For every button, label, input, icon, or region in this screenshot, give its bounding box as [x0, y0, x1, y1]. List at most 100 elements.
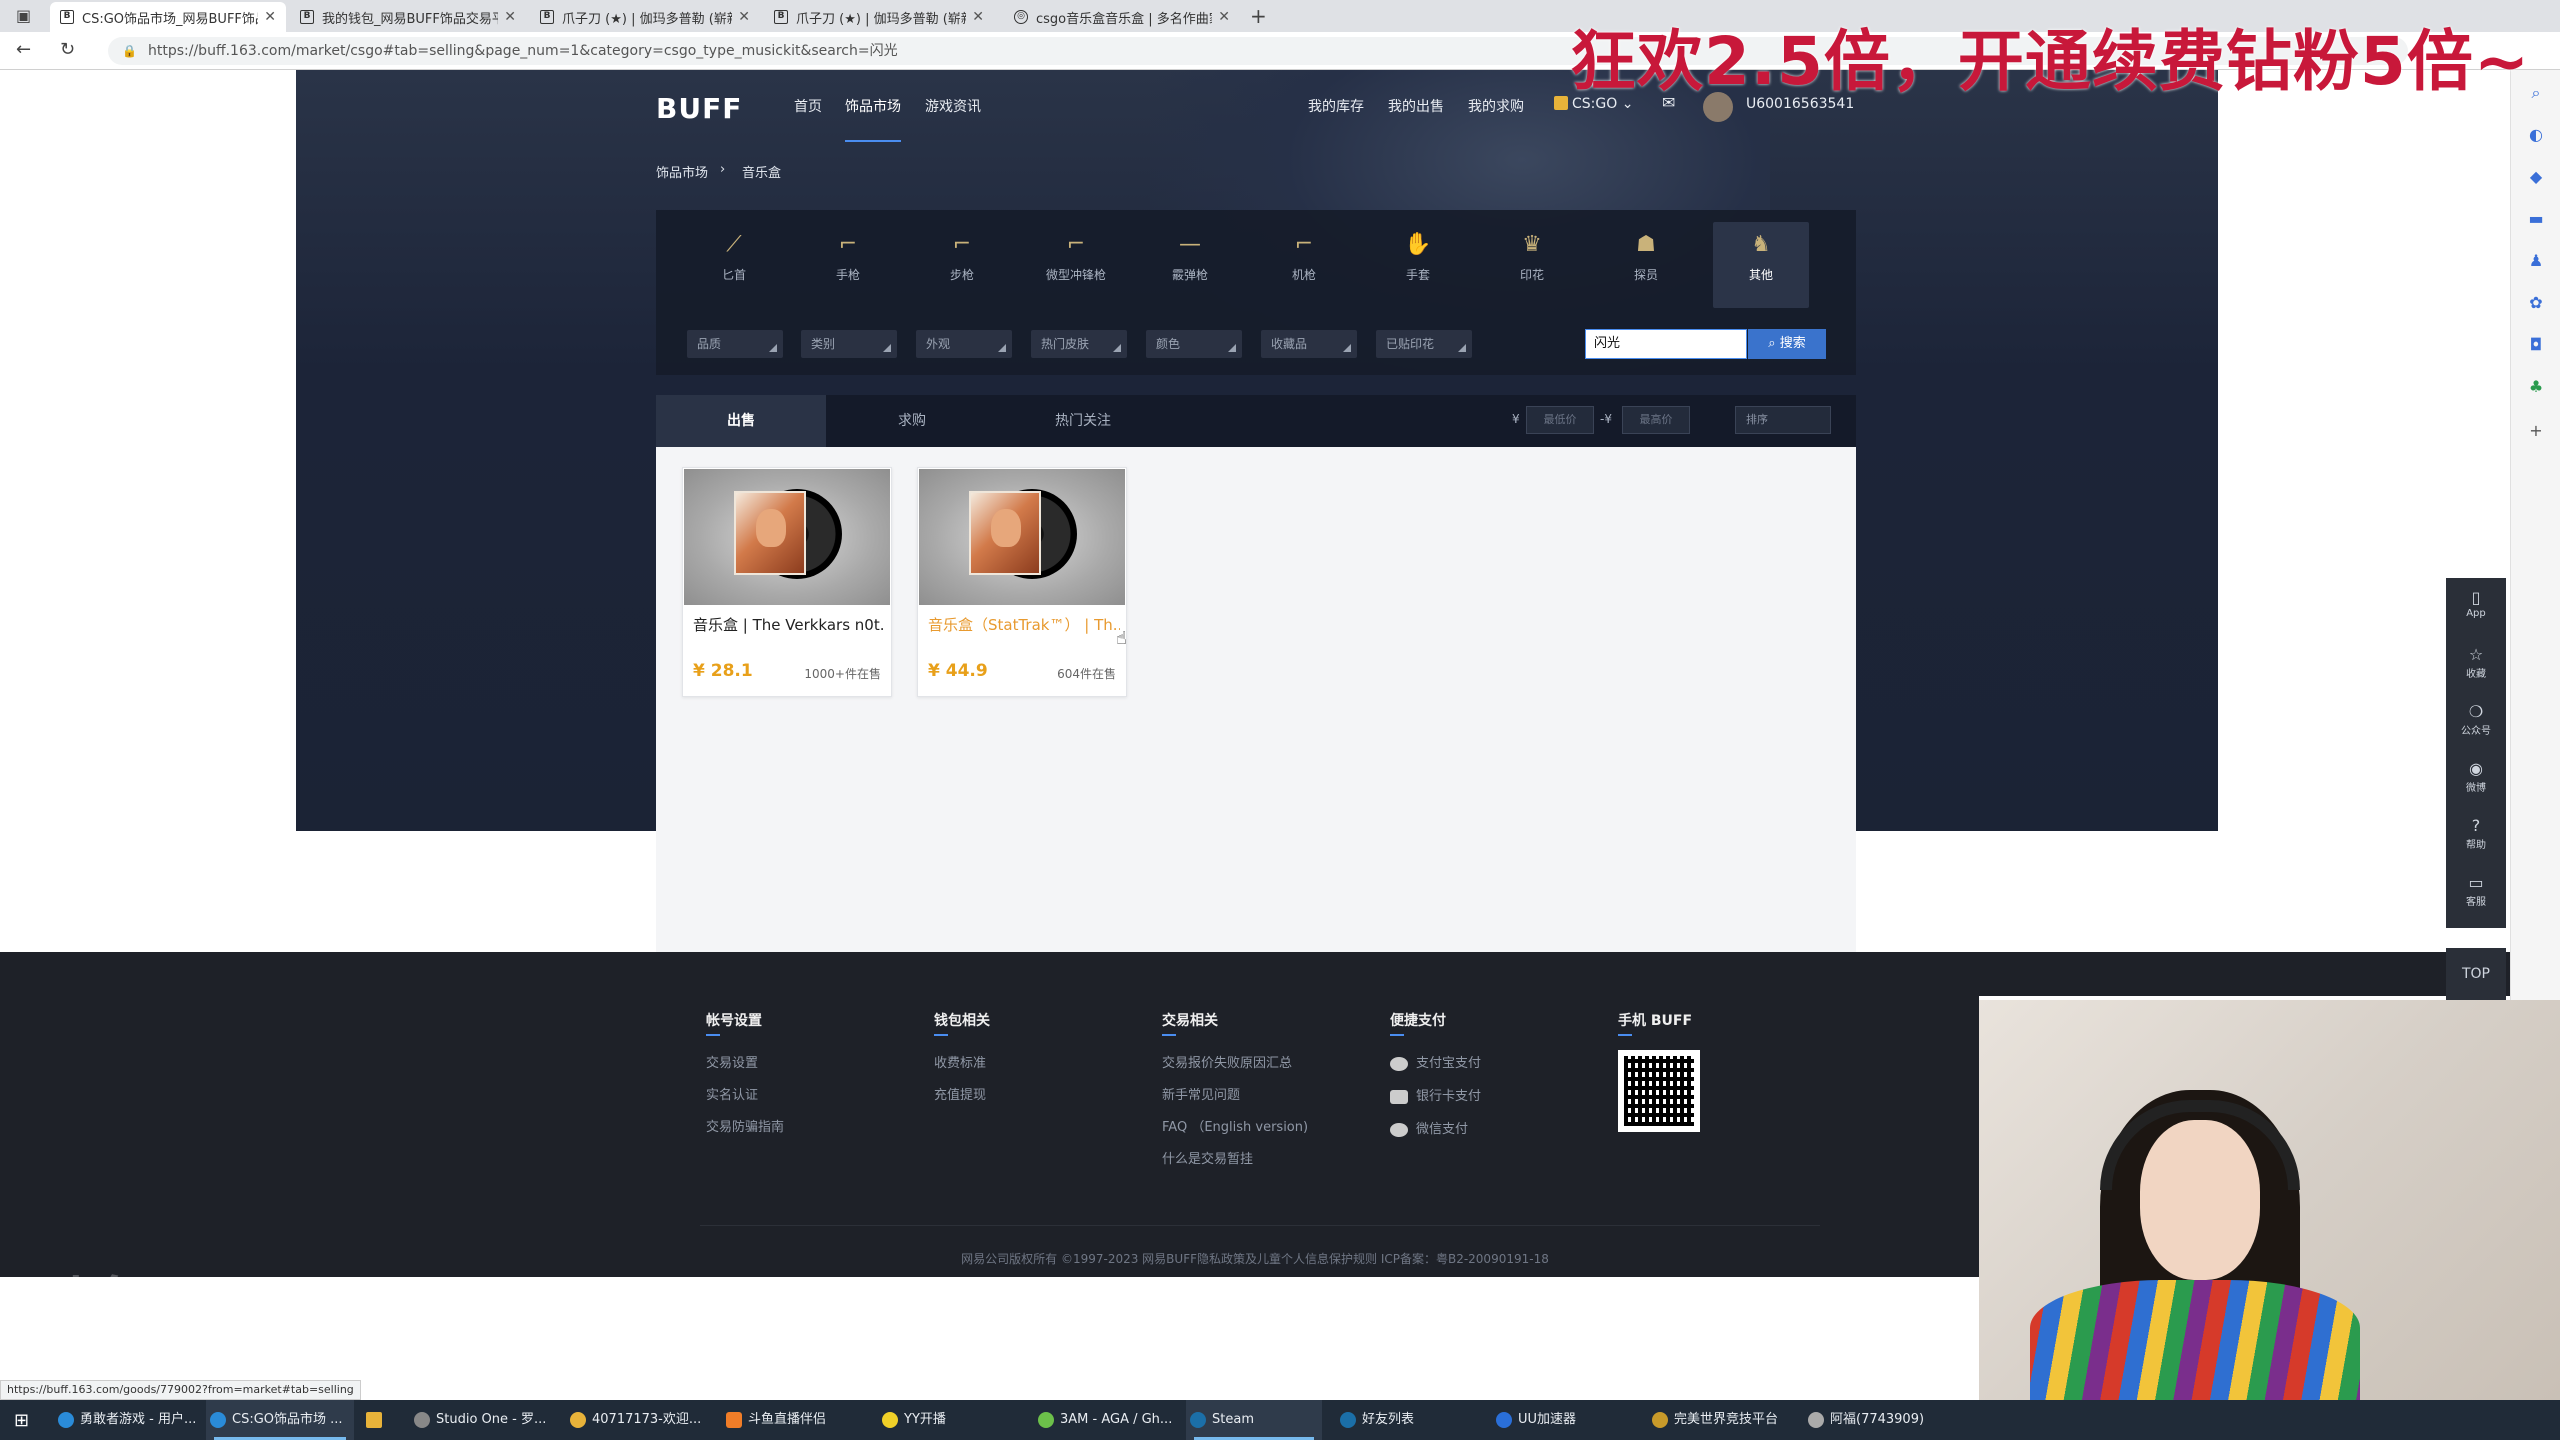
buff-favicon-icon: B: [60, 10, 74, 24]
taskbar-app[interactable]: 40717173-欢迎...: [566, 1400, 714, 1440]
sort-select[interactable]: 排序: [1735, 406, 1831, 434]
category-sticker[interactable]: ♛ 印花: [1484, 222, 1580, 308]
extension-icon[interactable]: ◐: [2525, 124, 2547, 146]
weibo-button[interactable]: ◉ 微博: [2446, 759, 2506, 794]
category-shotgun[interactable]: — 霰弹枪: [1142, 222, 1238, 308]
taskbar-app[interactable]: YY开播: [878, 1400, 1026, 1440]
filter-exterior[interactable]: 外观: [916, 330, 1012, 358]
category-label: 步枪: [949, 268, 974, 282]
tab-selling[interactable]: 出售: [656, 395, 826, 447]
max-price-input[interactable]: 最高价: [1622, 406, 1690, 434]
footer-link[interactable]: 交易报价失败原因汇总: [1162, 1052, 1292, 1071]
taskbar-app[interactable]: 完美世界竞技平台: [1648, 1400, 1796, 1440]
filter-quality[interactable]: 品质: [687, 330, 783, 358]
category-rifle[interactable]: ⌐ 步枪: [914, 222, 1010, 308]
item-name[interactable]: 音乐盒 | The Verkkars n0t...: [693, 614, 885, 635]
footer-link[interactable]: 什么是交易暂挂: [1162, 1148, 1253, 1167]
browser-tab[interactable]: ◎ csgo音乐盒音乐盒 | 多名作曲家... ✕: [1004, 2, 1240, 32]
search-button[interactable]: ⌕ 搜索: [1748, 329, 1826, 359]
nav-my-selling[interactable]: 我的出售: [1388, 96, 1444, 116]
footer-link[interactable]: 充值提现: [934, 1084, 986, 1103]
category-agent[interactable]: ☗ 探员: [1598, 222, 1694, 308]
help-icon: ?: [2471, 816, 2481, 835]
taskbar-app[interactable]: [362, 1400, 402, 1440]
category-machinegun[interactable]: ⌐ 机枪: [1256, 222, 1352, 308]
price-separator: -¥: [1600, 412, 1612, 426]
min-price-input[interactable]: 最低价: [1526, 406, 1594, 434]
taskbar-app[interactable]: Steam: [1186, 1400, 1322, 1440]
weibo-label: 微博: [2466, 783, 2486, 794]
close-icon[interactable]: ✕: [264, 9, 276, 25]
taskbar-app[interactable]: CS:GO饰品市场 ...: [206, 1400, 354, 1440]
breadcrumb-market[interactable]: 饰品市场: [656, 162, 708, 181]
reload-icon[interactable]: ↻: [60, 39, 75, 60]
search-input[interactable]: 闪光: [1585, 329, 1747, 359]
filter-stickers[interactable]: 已贴印花: [1376, 330, 1472, 358]
filter-popular-skin[interactable]: 热门皮肤: [1031, 330, 1127, 358]
category-smg[interactable]: ⌐ 微型冲锋枪: [1028, 222, 1124, 308]
browser-tab[interactable]: B CS:GO饰品市场_网易BUFF饰品交... ✕: [50, 2, 286, 32]
filter-color[interactable]: 颜色: [1146, 330, 1242, 358]
taskbar-app[interactable]: 勇敢者游戏 - 用户...: [54, 1400, 202, 1440]
back-to-top-button[interactable]: TOP: [2446, 948, 2506, 1000]
taskbar-app[interactable]: 斗鱼直播伴侣: [722, 1400, 870, 1440]
footer-link-alipay[interactable]: 支付宝支付: [1390, 1052, 1481, 1071]
compass-icon[interactable]: ✿: [2525, 292, 2547, 314]
browser-tab[interactable]: B 爪子刀 (★) | 伽玛多普勒 (崭新... ✕: [764, 2, 994, 32]
briefcase-icon[interactable]: ▬: [2525, 208, 2547, 230]
windows-start-icon[interactable]: ⊞: [14, 1410, 29, 1431]
taskbar-app[interactable]: 好友列表: [1336, 1400, 1484, 1440]
item-card[interactable]: 音乐盒 | The Verkkars n0t... ¥ 28.1 1000+件在…: [682, 467, 892, 697]
help-button[interactable]: ? 帮助: [2446, 816, 2506, 851]
nav-my-buying[interactable]: 我的求购: [1468, 96, 1524, 116]
footer-link[interactable]: FAQ （English version): [1162, 1116, 1308, 1135]
item-name[interactable]: 音乐盒（StatTrak™） | Th...: [928, 614, 1120, 635]
wechat-official-button[interactable]: ❍ 公众号: [2446, 702, 2506, 737]
browser-tab[interactable]: B 我的钱包_网易BUFF饰品交易平台 ✕: [290, 2, 526, 32]
category-glove[interactable]: ✋ 手套: [1370, 222, 1466, 308]
footer-link[interactable]: 交易防骗指南: [706, 1116, 784, 1135]
footer-link[interactable]: 实名认证: [706, 1084, 758, 1103]
taskbar-label: YY开播: [904, 1412, 946, 1427]
taskbar-app[interactable]: UU加速器: [1492, 1400, 1640, 1440]
footer-link-bankcard[interactable]: 银行卡支付: [1390, 1085, 1481, 1104]
tab-buying[interactable]: 求购: [827, 395, 997, 447]
footer-link-wechat[interactable]: 微信支付: [1390, 1118, 1468, 1137]
tab-hot[interactable]: 热门关注: [998, 395, 1168, 447]
app-button[interactable]: ▯ App: [2446, 588, 2506, 619]
new-tab-icon[interactable]: +: [1250, 4, 1267, 28]
filter-collection[interactable]: 收藏品: [1261, 330, 1357, 358]
category-other[interactable]: ♞ 其他: [1713, 222, 1809, 308]
footer-link[interactable]: 交易设置: [706, 1052, 758, 1071]
taskbar-app[interactable]: 阿福(7743909): [1804, 1400, 1952, 1440]
footer-link[interactable]: 新手常见问题: [1162, 1084, 1240, 1103]
category-pistol[interactable]: ⌐ 手枪: [800, 222, 896, 308]
favorites-button[interactable]: ☆ 收藏: [2446, 645, 2506, 680]
outlook-icon[interactable]: ◘: [2525, 334, 2547, 356]
footer-link[interactable]: 收费标准: [934, 1052, 986, 1071]
tag-icon[interactable]: ◆: [2525, 166, 2547, 188]
item-card[interactable]: 音乐盒（StatTrak™） | Th... ¥ 44.9 604件在售: [917, 467, 1127, 697]
close-icon[interactable]: ✕: [738, 9, 750, 25]
nav-market[interactable]: 饰品市场: [845, 96, 901, 116]
agent-icon: ☗: [1636, 232, 1656, 257]
back-icon[interactable]: ←: [16, 39, 31, 60]
category-label: 印花: [1519, 268, 1544, 282]
person-icon[interactable]: ♟: [2525, 250, 2547, 272]
customer-service-button[interactable]: ▭ 客服: [2446, 873, 2506, 908]
nav-home[interactable]: 首页: [794, 96, 822, 116]
filter-type[interactable]: 类别: [801, 330, 897, 358]
taskbar-app[interactable]: 3AM - AGA / Gh...: [1034, 1400, 1182, 1440]
tab-actions-icon[interactable]: ▣: [16, 6, 31, 25]
tree-icon[interactable]: ♣: [2525, 376, 2547, 398]
category-knife[interactable]: ⟋ 匕首: [686, 222, 782, 308]
close-icon[interactable]: ✕: [504, 9, 516, 25]
add-icon[interactable]: +: [2525, 420, 2547, 442]
nav-news[interactable]: 游戏资讯: [925, 96, 981, 116]
nav-inventory[interactable]: 我的库存: [1308, 96, 1364, 116]
close-icon[interactable]: ✕: [1218, 9, 1230, 25]
close-icon[interactable]: ✕: [972, 9, 984, 25]
browser-tab[interactable]: B 爪子刀 (★) | 伽玛多普勒 (崭新... ✕: [530, 2, 760, 32]
buff-logo[interactable]: BUFF: [656, 92, 742, 125]
taskbar-app[interactable]: Studio One - 罗...: [410, 1400, 558, 1440]
